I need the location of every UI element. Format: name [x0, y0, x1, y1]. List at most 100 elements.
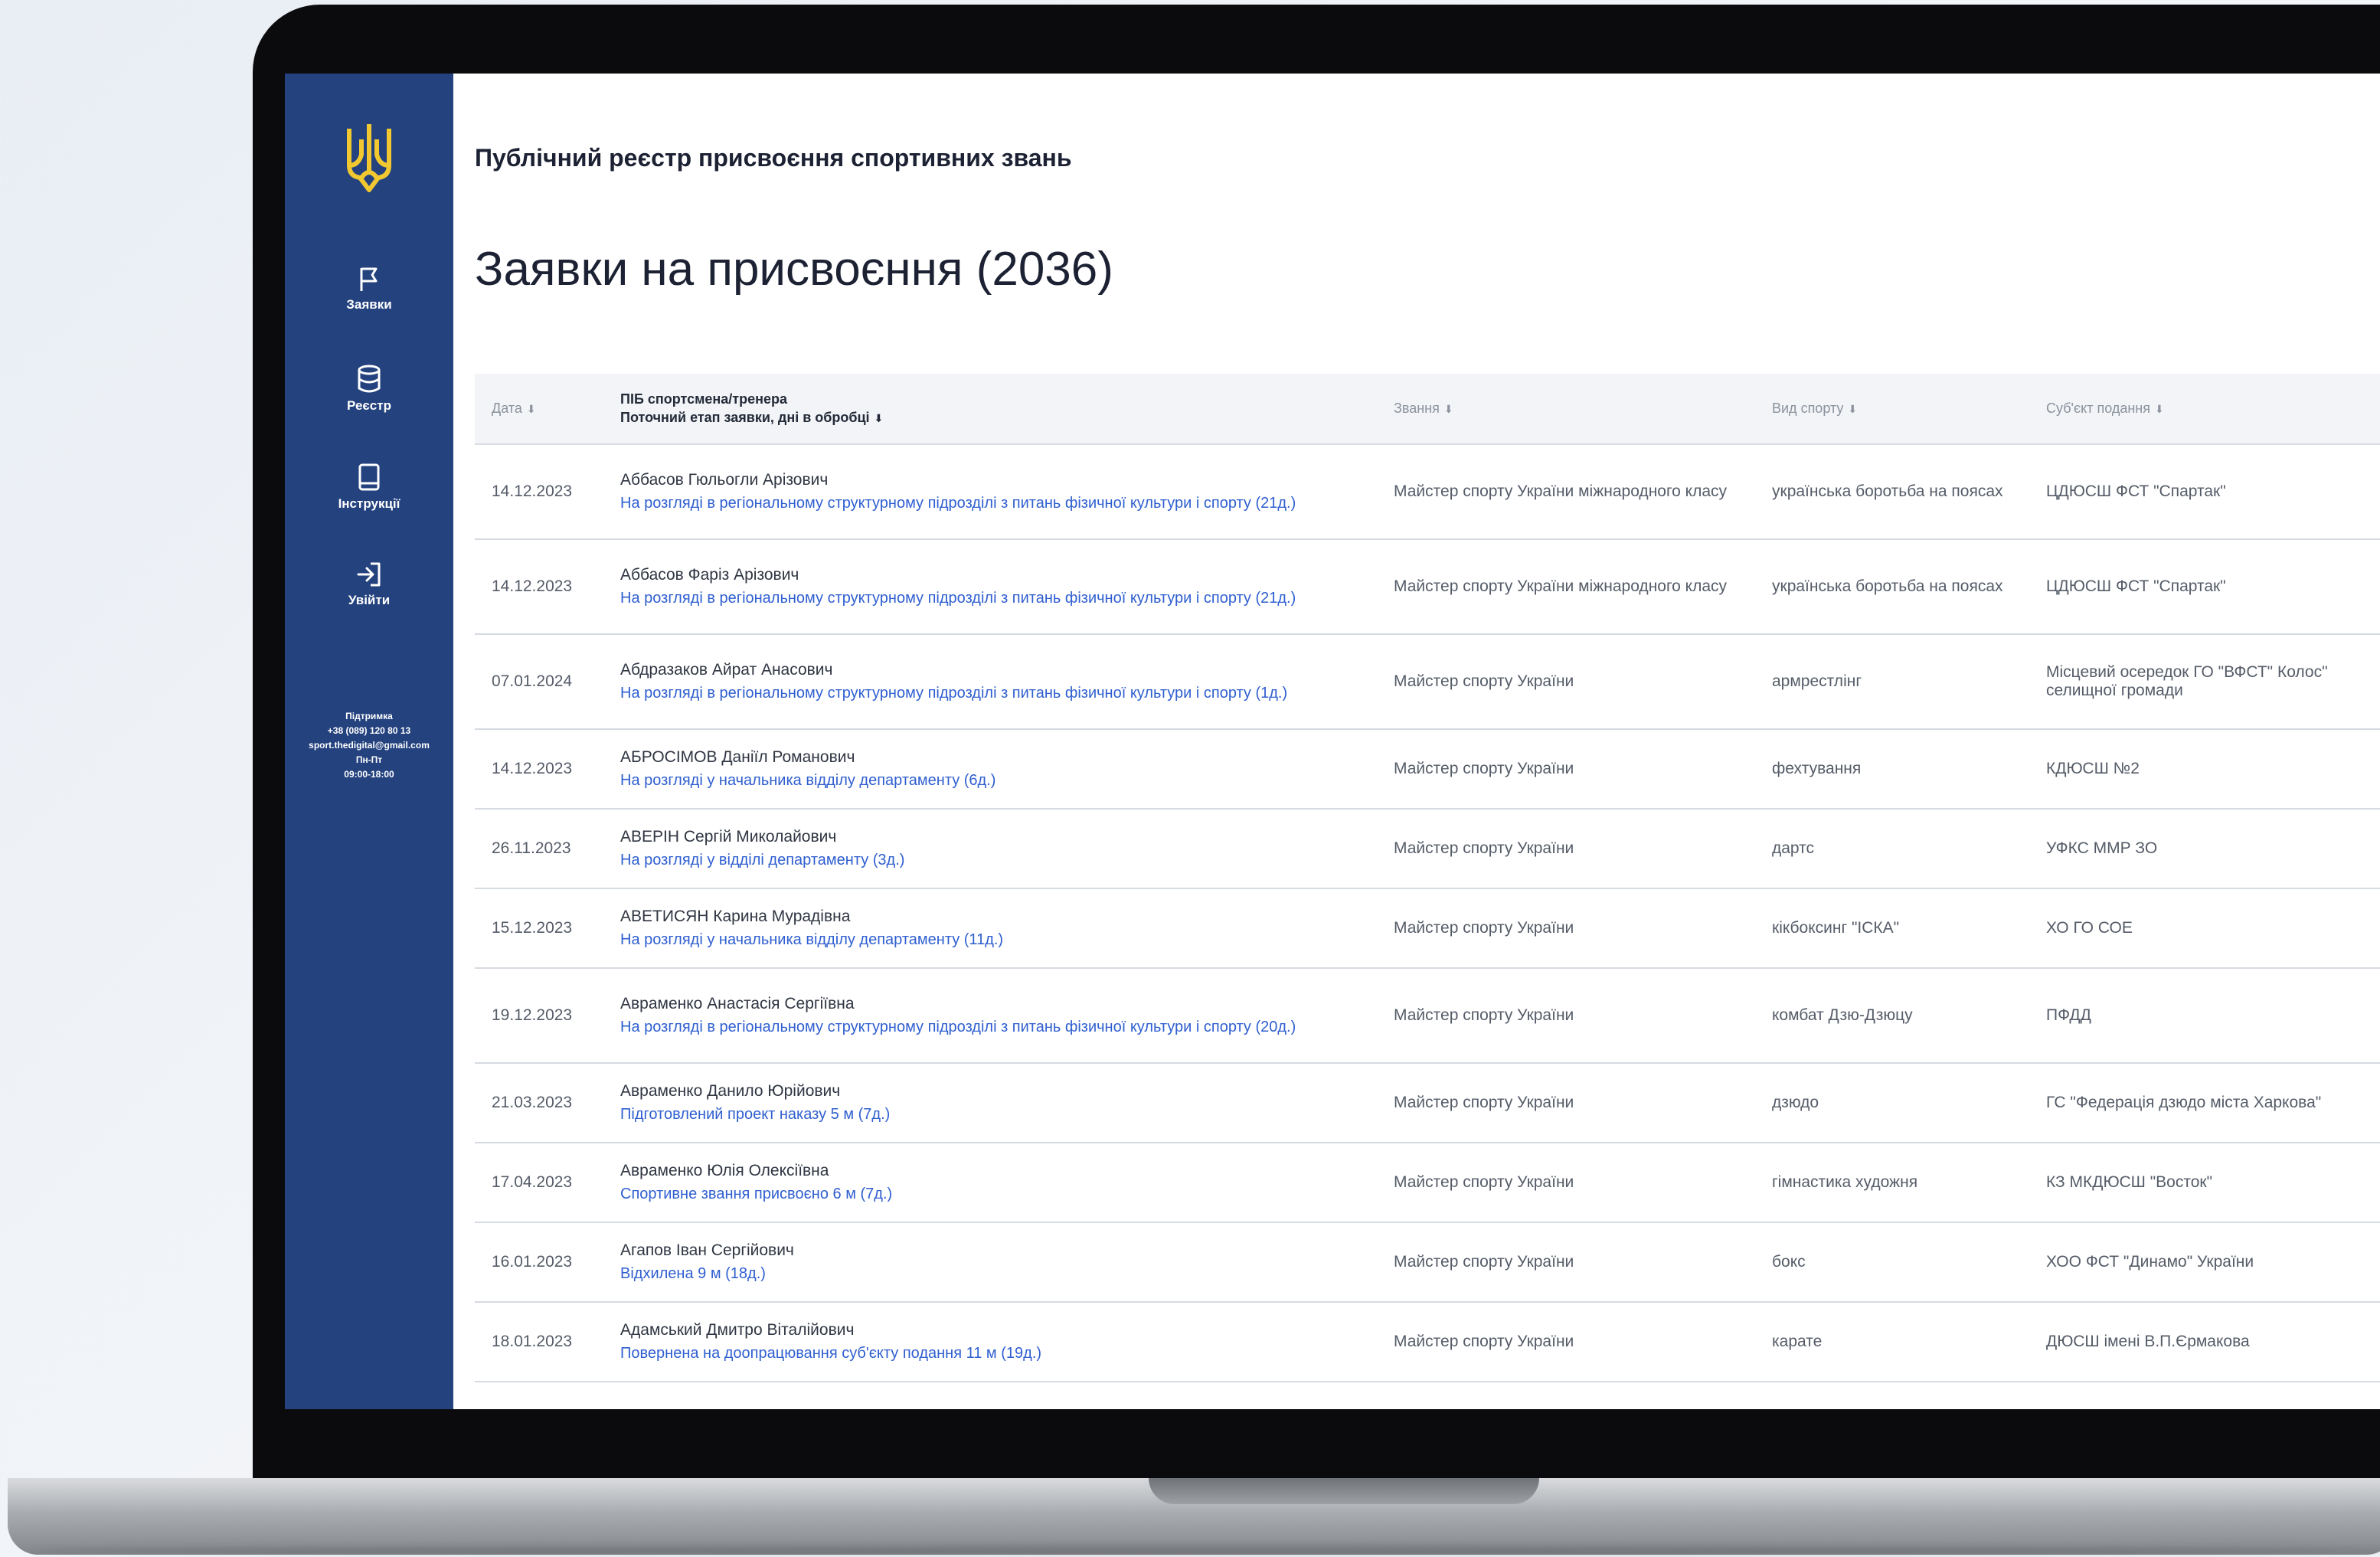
column-header-org[interactable]: Суб'єкт подання ⬇	[2029, 374, 2380, 444]
cell-org: КДЮСШ №2	[2046, 760, 2140, 777]
page-title: Заявки на присвоєння (2036)	[475, 243, 1113, 296]
table-row[interactable]: 16.01.2023 Агапов Іван Сергійович Відхиле…	[475, 1222, 2380, 1302]
cell-sport: українська боротьба на поясах	[1772, 577, 2003, 595]
cell-date: 26.11.2023	[492, 839, 571, 857]
table-row[interactable]: 15.12.2023 АВЕТИСЯН Карина Мурадівна На р…	[475, 888, 2380, 968]
application-status-link[interactable]: Підготовлений проект наказу 5 м (7д.)	[620, 1105, 1362, 1124]
cell-sport: фехтування	[1772, 760, 1862, 777]
application-status-link[interactable]: На розгляді в регіональному структурному…	[620, 1018, 1362, 1037]
cell-org: ЦДЮСШ ФСТ "Спартак"	[2046, 482, 2226, 500]
application-status-link[interactable]: На розгляді в регіональному структурному…	[620, 494, 1362, 513]
support-days: Пн-Пт	[355, 754, 383, 765]
column-header-date[interactable]: Дата ⬇	[475, 374, 603, 444]
applicant-name: Адамський Дмитро Віталійович	[620, 1320, 855, 1339]
cell-org: КЗ МКДЮСШ "Восток"	[2046, 1173, 2213, 1191]
sort-arrow-icon: ⬇	[1848, 403, 1858, 415]
table-row[interactable]: 14.12.2023 Аббасов Гюльогли Арізович На р…	[475, 444, 2380, 539]
sort-arrow-icon: ⬇	[526, 403, 536, 415]
cell-date: 07.01.2024	[492, 672, 573, 690]
cell-sport: дартс	[1772, 839, 1815, 857]
applicant-name: Агапов Іван Сергійович	[620, 1241, 794, 1259]
application-status-link[interactable]: На розгляді в регіональному структурному…	[620, 684, 1362, 703]
cell-name-status: АВЕТИСЯН Карина Мурадівна На розгляді у н…	[603, 888, 1377, 968]
column-header-name-line1: ПІБ спортсмена/тренера	[620, 391, 788, 407]
cell-rank: Майстер спорту України міжнародного клас…	[1394, 482, 1728, 500]
sort-arrow-icon: ⬇	[874, 412, 884, 424]
column-header-name[interactable]: ПІБ спортсмена/тренера Поточний етап заяв…	[603, 374, 1377, 444]
table-row[interactable]: 14.12.2023 АБРОСІМОВ Даніїл Романович На …	[475, 729, 2380, 809]
sidebar-item-label: Реєстр	[347, 398, 391, 413]
support-phone[interactable]: +38 (089) 120 80 13	[289, 724, 449, 738]
applicant-name: Авраменко Данило Юрійович	[620, 1081, 841, 1100]
column-header-rank[interactable]: Звання ⬇	[1377, 374, 1755, 444]
application-status-link[interactable]: Повернена на доопрацювання суб'єкту пода…	[620, 1344, 1362, 1363]
cell-rank: Майстер спорту України	[1394, 1333, 1574, 1350]
support-hours: 09:00-18:00	[344, 769, 394, 780]
cell-org: ХО ГО СОЕ	[2046, 919, 2133, 937]
cell-date: 16.01.2023	[492, 1253, 573, 1271]
sidebar-item-instructions[interactable]: Інструкції	[285, 463, 453, 512]
cell-date: 19.12.2023	[492, 1006, 573, 1024]
table-row[interactable]: 19.12.2023 Авраменко Анастасія Сергіївна…	[475, 968, 2380, 1063]
database-icon	[358, 365, 381, 393]
cell-name-status: Авраменко Юлія Олексіївна Спортивне званн…	[603, 1143, 1377, 1222]
sidebar-item-label: Увійти	[348, 593, 391, 607]
application-status-link[interactable]: На розгляді у відділі департаменту (3д.)	[620, 851, 1362, 870]
applicant-name: АВЕРІН Сергій Миколайович	[620, 827, 837, 846]
cell-rank: Майстер спорту України	[1394, 672, 1574, 690]
cell-rank: Майстер спорту України	[1394, 1173, 1574, 1191]
cell-rank: Майстер спорту України	[1394, 919, 1574, 937]
sidebar-item-label: Інструкції	[338, 496, 400, 511]
application-status-link[interactable]: Відхилена 9 м (18д.)	[620, 1264, 1362, 1284]
table-row[interactable]: 21.03.2023 Авраменко Данило Юрійович Підг…	[475, 1063, 2380, 1143]
applicant-name: Авраменко Юлія Олексіївна	[620, 1161, 829, 1179]
sort-arrow-icon: ⬇	[2154, 403, 2164, 415]
cell-rank: Майстер спорту України	[1394, 1094, 1574, 1111]
table-row[interactable]: 17.04.2023 Авраменко Юлія Олексіївна Спор…	[475, 1143, 2380, 1222]
cell-org: УФКС ММР ЗО	[2046, 839, 2158, 857]
application-status-link[interactable]: На розгляді у начальника відділу департа…	[620, 771, 1362, 790]
sidebar-item-registry[interactable]: Реєстр	[285, 365, 453, 414]
cell-org: ГС "Федерація дзюдо міста Харкова"	[2046, 1094, 2322, 1111]
cell-name-status: Агапов Іван Сергійович Відхилена 9 м (18д…	[603, 1222, 1377, 1302]
cell-date: 15.12.2023	[492, 919, 573, 937]
cell-sport: дзюдо	[1772, 1094, 1819, 1111]
coat-of-arms-icon[interactable]	[345, 121, 394, 196]
table-row[interactable]: 18.01.2023 Адамський Дмитро Віталійович П…	[475, 1302, 2380, 1382]
cell-rank: Майстер спорту України	[1394, 1006, 1574, 1024]
applicant-name: АБРОСІМОВ Даніїл Романович	[620, 747, 855, 766]
flag-icon	[360, 267, 378, 291]
column-header-sport[interactable]: Вид спорту ⬇	[1755, 374, 2029, 444]
cell-rank: Майстер спорту України міжнародного клас…	[1394, 577, 1728, 595]
main-content: Публічний реєстр присвоєння спортивних з…	[453, 74, 2380, 1409]
cell-date: 14.12.2023	[492, 760, 573, 777]
application-status-link[interactable]: Спортивне звання присвоєно 6 м (7д.)	[620, 1185, 1362, 1204]
cell-org: Місцевий осередок ГО "ВФСТ" Колос" селищ…	[2046, 663, 2328, 699]
cell-sport: карате	[1772, 1333, 1823, 1350]
cell-date: 14.12.2023	[492, 482, 573, 500]
cell-name-status: Авраменко Анастасія Сергіївна На розгляді…	[603, 968, 1377, 1063]
table-row[interactable]: 26.11.2023 АВЕРІН Сергій Миколайович На р…	[475, 809, 2380, 888]
table-header-row: Дата ⬇ ПІБ спортсмена/тренера Поточний ета…	[475, 374, 2380, 444]
laptop-shadow	[31, 1546, 2380, 1556]
support-email[interactable]: sport.thedigital@gmail.com	[289, 738, 449, 753]
table-row[interactable]: 14.12.2023 Аббасов Фаріз Арізович На розг…	[475, 539, 2380, 634]
cell-date: 17.04.2023	[492, 1173, 573, 1191]
cell-date: 18.01.2023	[492, 1333, 573, 1350]
cell-sport: гімнастика художня	[1772, 1173, 1918, 1191]
app-screen: Заявки Реєстр Інструкції Увійти Підтримк…	[285, 74, 2380, 1409]
table-row[interactable]: 07.01.2024 Абдразаков Айрат Анасович На р…	[475, 634, 2380, 729]
cell-sport: українська боротьба на поясах	[1772, 482, 2003, 500]
application-status-link[interactable]: На розгляді в регіональному структурному…	[620, 589, 1362, 608]
cell-org: ДЮСШ імені В.П.Єрмакова	[2046, 1333, 2250, 1350]
sidebar-item-applications[interactable]: Заявки	[285, 265, 453, 312]
application-status-link[interactable]: На розгляді у начальника відділу департа…	[620, 931, 1362, 950]
applications-table: Дата ⬇ ПІБ спортсмена/тренера Поточний ета…	[475, 374, 2380, 1382]
cell-name-status: АБРОСІМОВ Даніїл Романович На розгляді у …	[603, 729, 1377, 809]
sidebar-item-login[interactable]: Увійти	[285, 561, 453, 608]
login-icon	[357, 562, 381, 587]
applicant-name: Абдразаков Айрат Анасович	[620, 660, 833, 679]
sidebar-item-label: Заявки	[346, 297, 392, 312]
cell-date: 21.03.2023	[492, 1094, 573, 1111]
cell-rank: Майстер спорту України	[1394, 760, 1574, 777]
